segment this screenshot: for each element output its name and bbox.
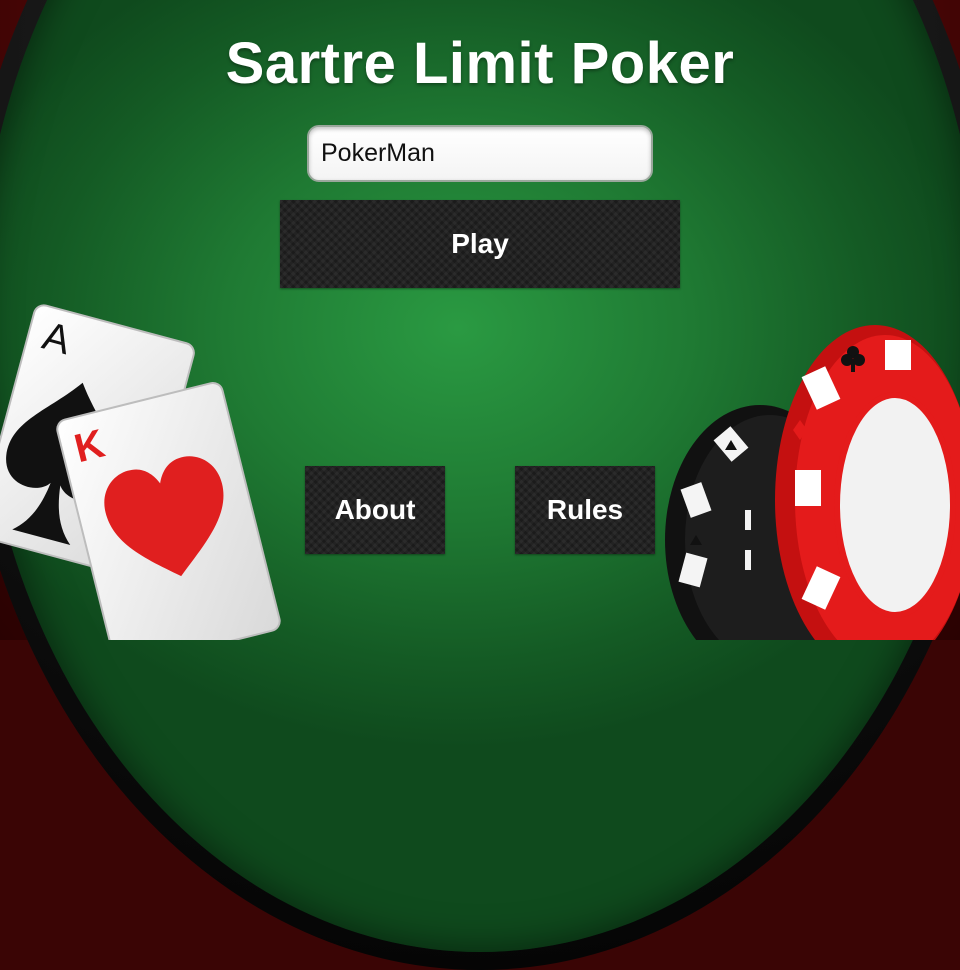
player-name-input[interactable] [307,125,653,182]
rules-button[interactable]: Rules [515,466,655,554]
king-of-hearts-card: K [56,381,281,640]
red-poker-chip [775,325,960,640]
play-button[interactable]: Play [280,200,680,288]
poker-chips-art [665,325,960,640]
game-title: Sartre Limit Poker [225,31,735,96]
playing-cards-art: A K [0,304,281,640]
